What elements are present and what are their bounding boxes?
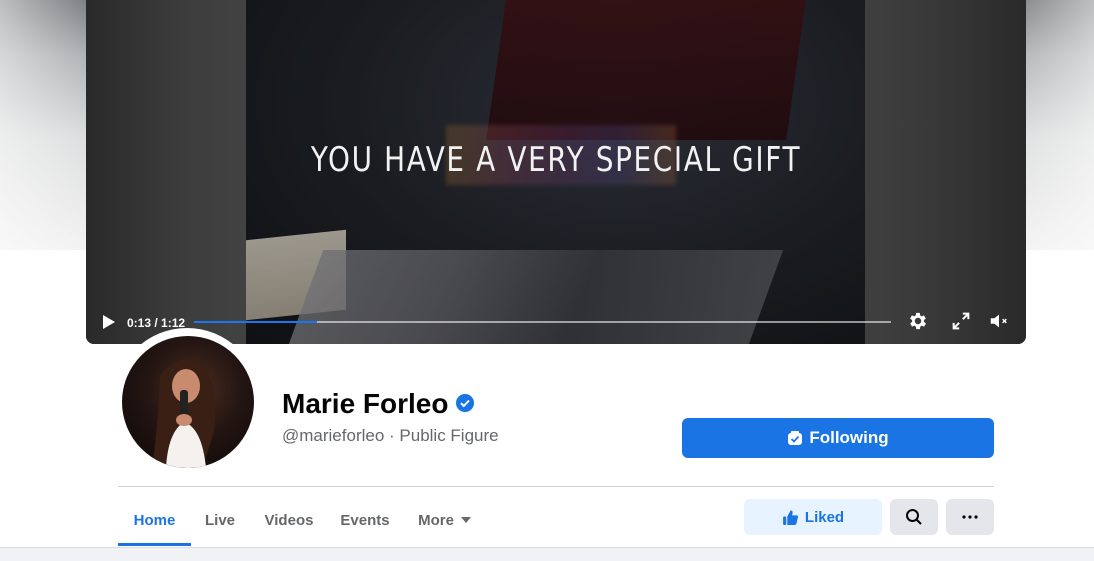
- verified-icon: [456, 394, 474, 412]
- video-progress-bar[interactable]: [194, 321, 891, 323]
- tab-more[interactable]: More: [409, 496, 481, 544]
- tab-label: More: [418, 511, 454, 529]
- settings-icon[interactable]: [907, 310, 929, 332]
- video-progress-fill: [194, 321, 317, 323]
- profile-handle: @marieforleo · Public Figure: [282, 426, 499, 445]
- active-tab-indicator: [118, 543, 191, 546]
- liked-button[interactable]: Liked: [744, 499, 882, 535]
- more-dots-icon: [962, 515, 978, 519]
- video-controls: 0:13 / 1:12: [86, 300, 1026, 344]
- liked-label: Liked: [804, 508, 845, 526]
- tab-home[interactable]: Home: [118, 496, 191, 544]
- tab-live[interactable]: Live: [195, 496, 245, 544]
- muted-icon[interactable]: [988, 310, 1010, 332]
- avatar[interactable]: [122, 336, 254, 468]
- divider: [118, 486, 994, 487]
- tab-label: Videos: [264, 511, 314, 529]
- video-overlay-text: YOU HAVE A VERY SPECIAL GIFT: [310, 140, 802, 180]
- feed-background: [0, 547, 1094, 561]
- play-icon[interactable]: [102, 314, 116, 330]
- caret-down-icon: [460, 517, 471, 523]
- fullscreen-icon[interactable]: [950, 310, 972, 332]
- following-label: Following: [809, 428, 889, 447]
- search-button[interactable]: [890, 499, 938, 535]
- tab-label: Live: [204, 511, 235, 529]
- more-options-button[interactable]: [946, 499, 994, 535]
- following-icon: [788, 431, 803, 445]
- page-title: Marie Forleo: [282, 388, 449, 419]
- cover-video[interactable]: YOU HAVE A VERY SPECIAL GIFT 0:13 / 1:12: [86, 0, 1026, 344]
- thumbs-up-icon: [782, 510, 798, 525]
- following-button[interactable]: Following: [682, 418, 994, 458]
- search-icon: [906, 509, 922, 525]
- tab-events[interactable]: Events: [333, 496, 397, 544]
- avatar-photo: [152, 359, 216, 468]
- tab-videos[interactable]: Videos: [253, 496, 325, 544]
- tab-label: Home: [133, 511, 176, 529]
- tab-label: Events: [340, 511, 390, 529]
